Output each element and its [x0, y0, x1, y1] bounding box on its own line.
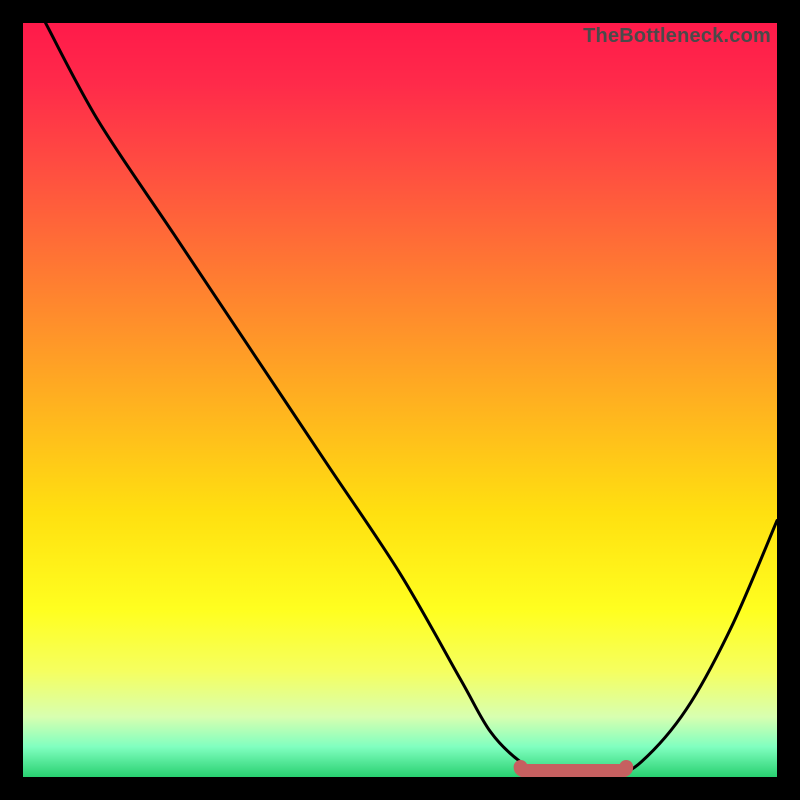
plot-area: TheBottleneck.com	[23, 23, 777, 777]
minimum-marker	[521, 767, 627, 771]
chart-frame: TheBottleneck.com	[0, 0, 800, 800]
bottleneck-curve	[46, 23, 777, 777]
curve-layer	[23, 23, 777, 777]
